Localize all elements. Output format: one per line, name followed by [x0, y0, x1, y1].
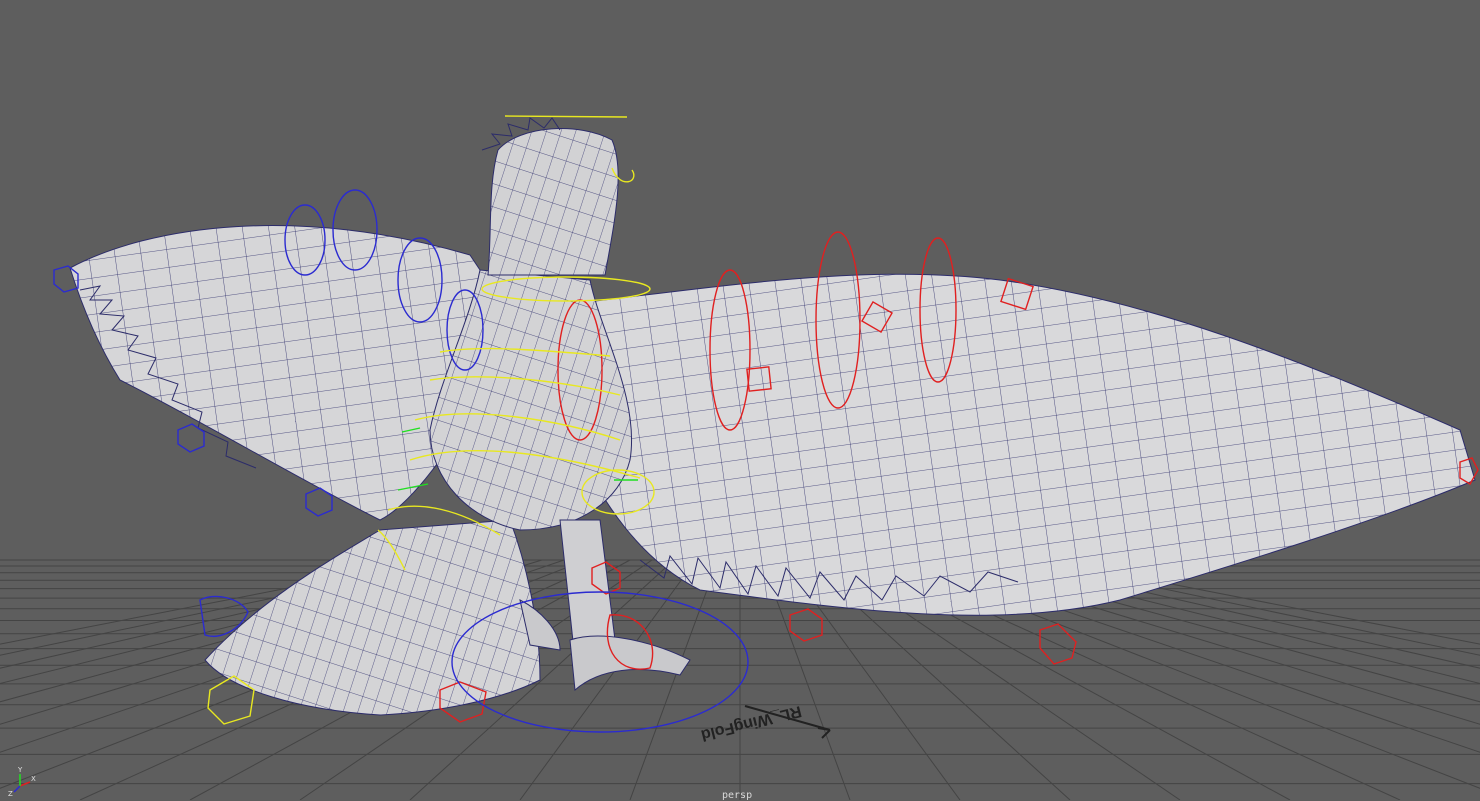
svg-text:Y: Y	[17, 766, 23, 774]
ground-grid	[0, 559, 1480, 800]
head-mesh[interactable]	[481, 117, 619, 276]
svg-text:Z: Z	[8, 790, 13, 798]
camera-name-label: persp	[722, 790, 753, 801]
tail-mesh[interactable]	[204, 519, 541, 716]
right-wing-mesh[interactable]	[557, 273, 1476, 616]
svg-text:X: X	[31, 775, 36, 783]
maya-perspective-viewport[interactable]: RL_WingFold X Y Z persp	[0, 0, 1480, 801]
grid-line	[629, 559, 719, 800]
axis-gizmo: X Y Z	[8, 766, 36, 798]
viewport-canvas[interactable]: RL_WingFold X Y Z	[0, 0, 1480, 800]
